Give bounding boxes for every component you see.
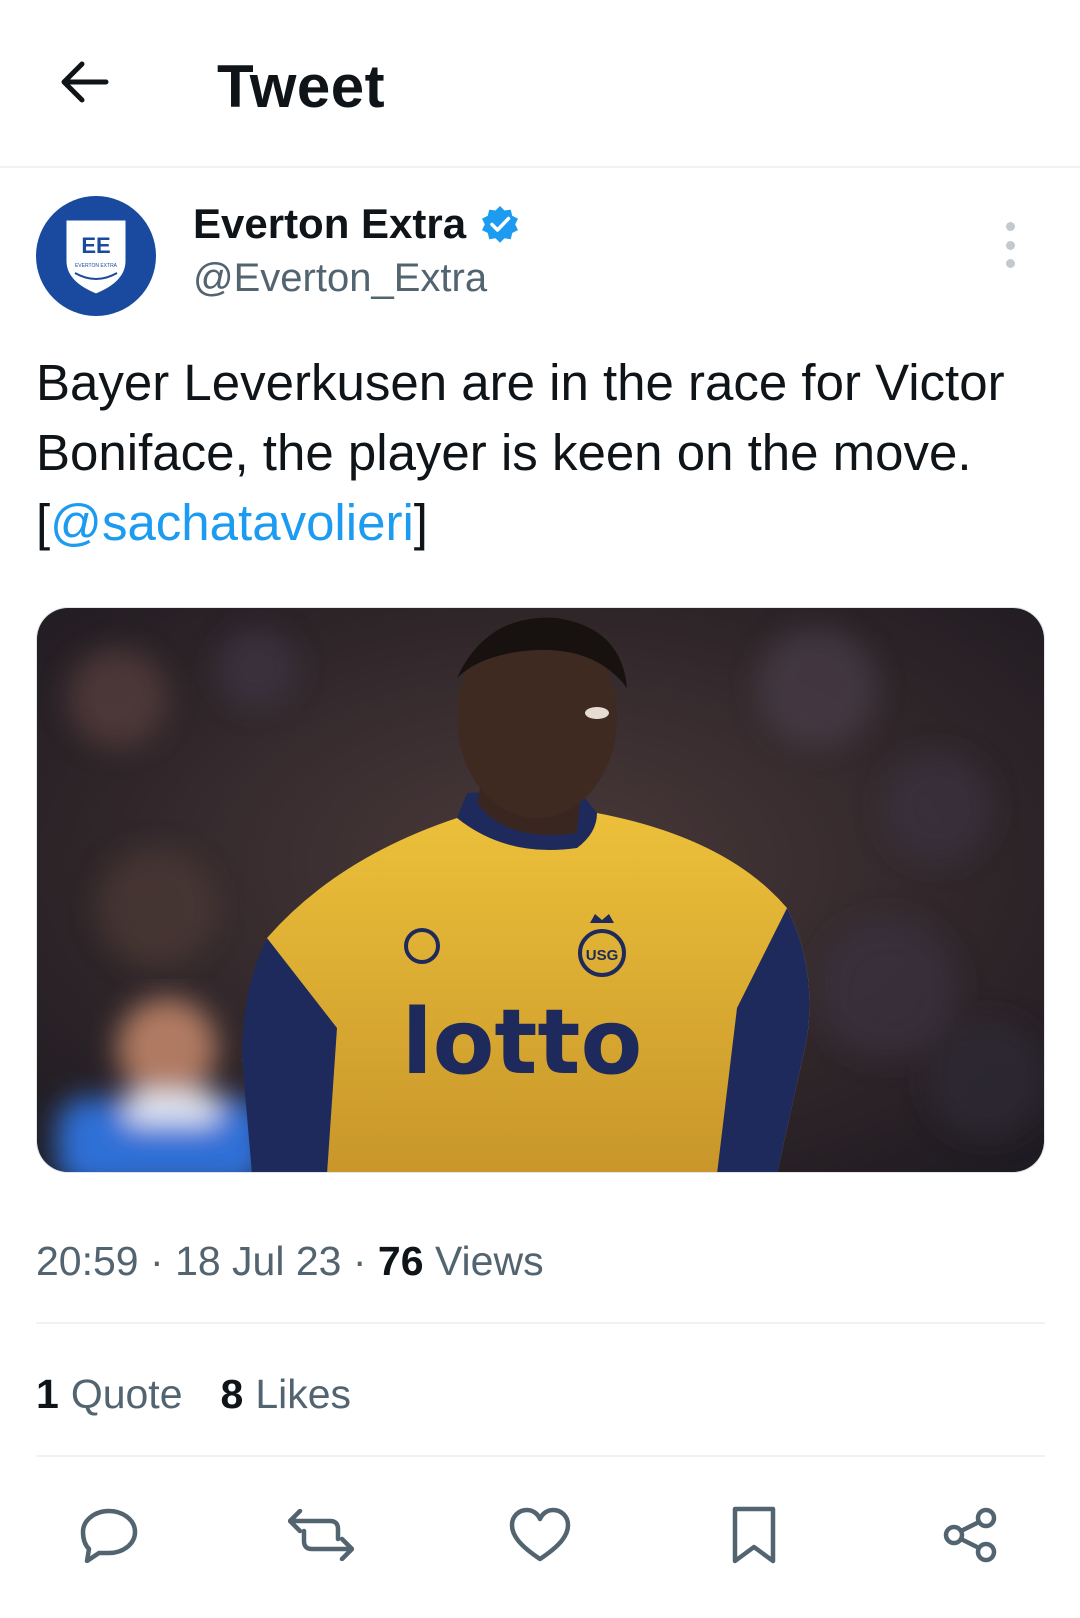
divider [36,1455,1045,1457]
views-count: 76 [377,1238,424,1284]
tweet-meta: 20:59 · 18 Jul 23 · 76 Views [36,1238,544,1285]
author-name-text: Everton Extra [193,200,467,247]
heart-icon [509,1507,571,1562]
tweet-body-end: ] [413,494,428,551]
svg-text:EE: EE [81,233,110,258]
retweet-icon [288,1509,354,1561]
retweet-button[interactable] [286,1500,356,1570]
top-bar: Tweet [0,0,1080,168]
tweet-date[interactable]: 18 Jul 23 [175,1238,341,1284]
mention-link[interactable]: @sachatavolieri [50,494,414,551]
author-name[interactable]: Everton Extra [193,200,520,248]
more-dots-icon [1005,222,1015,231]
football-player-photo: USG lotto [37,608,1044,1172]
share-icon [943,1507,997,1563]
reply-icon [80,1508,138,1563]
jersey-sponsor: lotto [402,990,643,1095]
quotes-count: 1 [36,1371,59,1417]
views-label: Views [434,1238,544,1284]
more-dot [1005,259,1015,268]
divider [36,1322,1045,1324]
avatar[interactable]: EE EVERTON EXTRA [36,196,156,316]
quotes-stat[interactable]: 1 Quote [36,1371,183,1418]
page-title: Tweet [217,53,386,120]
share-button[interactable] [935,1500,1005,1570]
likes-stat[interactable]: 8 Likes [221,1371,352,1418]
tweet-media-image[interactable]: USG lotto [36,607,1045,1173]
svg-text:USG: USG [586,947,619,964]
bookmark-icon [732,1506,776,1564]
likes-count: 8 [220,1371,244,1417]
tweet-time[interactable]: 20:59 [36,1238,139,1284]
everton-extra-logo: EE EVERTON EXTRA [63,217,129,297]
meta-sep: · [352,1238,378,1284]
svg-text:EVERTON EXTRA: EVERTON EXTRA [75,263,118,269]
quotes-label: Quote [70,1371,183,1417]
author-handle[interactable]: @Everton_Extra [193,256,487,301]
arrow-left-icon [61,61,109,103]
meta-sep: · [150,1238,176,1284]
verified-badge-icon [482,206,519,243]
more-options-button[interactable] [998,222,1022,268]
reply-button[interactable] [74,1500,144,1570]
tweet-text: Bayer Leverkusen are in the race for Vic… [36,348,1036,558]
likes-label: Likes [255,1371,352,1417]
back-button[interactable] [52,50,116,114]
like-button[interactable] [505,1500,575,1570]
engagement-stats: 1 Quote 8 Likes [36,1371,351,1418]
bookmark-button[interactable] [719,1500,789,1570]
action-bar [0,1500,1080,1580]
more-dot [1005,240,1015,250]
